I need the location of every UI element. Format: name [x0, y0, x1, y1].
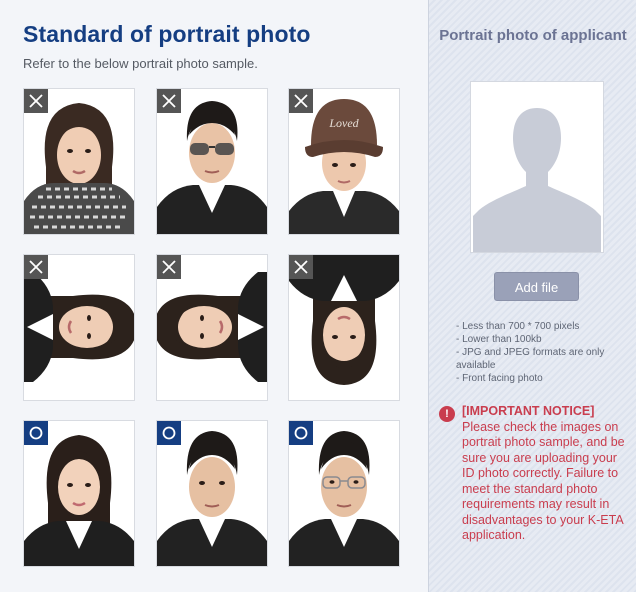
- sample-photo-correct-man: [156, 420, 268, 567]
- requirement-item: - JPG and JPEG formats are only availabl…: [456, 347, 605, 371]
- circle-icon: [289, 421, 313, 445]
- page-subtitle: Refer to the below portrait photo sample…: [23, 56, 258, 71]
- sample-photo-rotated-left: [156, 254, 268, 401]
- requirement-item: - Less than 700 * 700 pixels: [456, 321, 580, 332]
- requirement-item: - Front facing photo: [456, 373, 543, 384]
- requirement-item: - Lower than 100kb: [456, 334, 542, 345]
- alert-icon: !: [439, 406, 455, 422]
- notice-body: Please check the images on portrait phot…: [462, 419, 625, 543]
- sample-photo-sunglasses: [156, 88, 268, 235]
- cross-icon: [157, 89, 181, 113]
- photo-preview: [470, 81, 604, 253]
- notice-heading: [IMPORTANT NOTICE]: [462, 404, 595, 418]
- circle-icon: [157, 421, 181, 445]
- sample-photo-scarf: [23, 88, 135, 235]
- cross-icon: [24, 89, 48, 113]
- page-title: Standard of portrait photo: [23, 21, 311, 47]
- sample-photo-upside-down: [288, 254, 400, 401]
- upload-panel: Portrait photo of applicant Add file - L…: [428, 0, 636, 592]
- important-notice: [IMPORTANT NOTICE] Please check the imag…: [462, 404, 627, 544]
- cross-icon: [289, 255, 313, 279]
- cross-icon: [289, 89, 313, 113]
- cross-icon: [157, 255, 181, 279]
- svg-text:Loved: Loved: [328, 116, 359, 130]
- sample-photo-correct-woman: [23, 420, 135, 567]
- sample-photo-rotated-right: [23, 254, 135, 401]
- sample-photo-correct-glasses: [288, 420, 400, 567]
- circle-icon: [24, 421, 48, 445]
- cross-icon: [24, 255, 48, 279]
- photo-standard-panel: Standard of portrait photo Refer to the …: [0, 0, 428, 592]
- sample-photo-hat: Loved: [288, 88, 400, 235]
- upload-title: Portrait photo of applicant: [439, 27, 627, 44]
- person-silhouette-icon: [473, 108, 601, 252]
- photo-requirements: - Less than 700 * 700 pixels - Lower tha…: [456, 320, 616, 385]
- add-file-button[interactable]: Add file: [494, 272, 579, 301]
